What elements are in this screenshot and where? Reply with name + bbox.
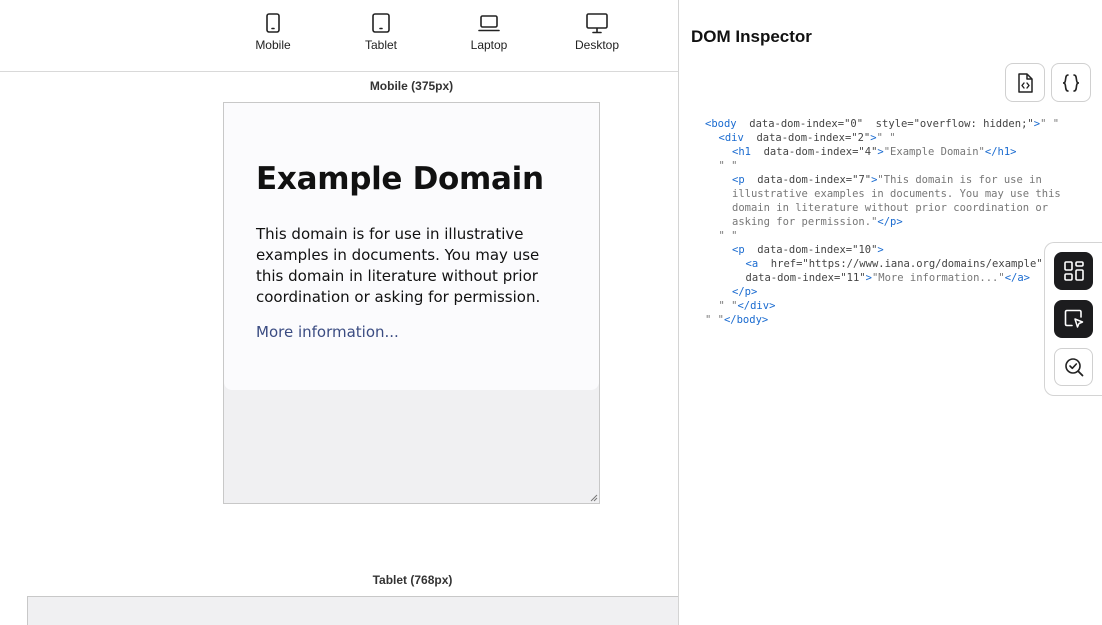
dom-token-attr: data-dom-index="2" xyxy=(743,132,871,144)
dom-token-tag: </a> xyxy=(1004,272,1030,284)
dom-token-tag: <body xyxy=(705,118,737,130)
app-root: Mobile Tablet Laptop Desktop Mobile (375… xyxy=(0,0,1102,625)
dom-tree-line[interactable]: " " xyxy=(705,229,1085,243)
preview-heading: Example Domain xyxy=(256,161,544,197)
dom-tree-line[interactable]: " " xyxy=(705,159,1085,173)
dom-token-str: "More information..." xyxy=(871,272,1005,284)
dom-token-tag: </body> xyxy=(723,314,769,326)
select-element-icon xyxy=(1064,309,1083,328)
dom-token-attr: data-dom-index="0" style="overflow: hidd… xyxy=(736,118,1034,130)
resize-grip-icon[interactable] xyxy=(590,494,598,502)
dom-tree-line[interactable]: data-dom-index="11">"More information...… xyxy=(705,271,1085,285)
preview-body-text: This domain is for use in illustrative e… xyxy=(256,225,541,306)
dom-token-tag: <h1 xyxy=(732,146,751,158)
dom-tree-line[interactable]: " "</body> xyxy=(705,313,1085,327)
file-code-icon xyxy=(1018,72,1033,93)
dom-token-attr: href="https://www.iana.org/domains/examp… xyxy=(758,258,1043,270)
device-label-desktop: Desktop xyxy=(574,38,620,52)
dom-token-attr: data-dom-index="7" xyxy=(744,174,872,186)
tablet-device-button[interactable]: Tablet xyxy=(341,12,421,62)
braces-icon xyxy=(1062,73,1080,92)
dom-tree-line[interactable]: domain in literature without prior coord… xyxy=(705,201,1085,215)
inspect-check-button[interactable] xyxy=(1054,348,1093,386)
mobile-preview-frame: Example Domain This domain is for use in… xyxy=(223,102,600,504)
desktop-icon xyxy=(586,13,608,34)
dom-token-tag: <div xyxy=(718,132,744,144)
json-view-button[interactable] xyxy=(1051,63,1091,102)
dom-token-tag: </p> xyxy=(877,216,903,228)
device-label-mobile: Mobile xyxy=(255,38,291,52)
preview-page-card: Example Domain This domain is for use in… xyxy=(224,103,599,390)
dom-token-str: " " xyxy=(718,160,738,172)
inspect-check-icon xyxy=(1064,358,1083,377)
dom-token-str: domain in literature without prior coord… xyxy=(732,202,1049,214)
tablet-icon xyxy=(372,13,390,33)
dom-tree-line[interactable]: </p> xyxy=(705,285,1085,299)
dom-token-str: " " xyxy=(718,230,738,242)
dashboard-icon xyxy=(1063,261,1084,281)
dom-inspector-panel: DOM Inspector <body data-dom-index="0" s… xyxy=(678,0,1102,625)
mobile-icon xyxy=(266,13,280,33)
dom-token-tag: <p xyxy=(732,244,745,256)
dom-token-str: illustrative examples in documents. You … xyxy=(732,188,1061,200)
dom-token-tag: </h1> xyxy=(984,146,1017,158)
dom-token-str: " " xyxy=(705,314,724,326)
dom-tree: <body data-dom-index="0" style="overflow… xyxy=(705,117,1085,327)
select-element-button[interactable] xyxy=(1054,300,1093,338)
dom-tree-line[interactable]: <p data-dom-index="7">"This domain is fo… xyxy=(705,173,1085,187)
desktop-device-button[interactable]: Desktop xyxy=(557,12,637,62)
mobile-device-button[interactable]: Mobile xyxy=(233,12,313,62)
floating-action-bar xyxy=(1044,242,1102,396)
dom-token-str: " " xyxy=(876,132,896,144)
dom-token-str: asking for permission." xyxy=(732,216,878,228)
dom-token-tag: > xyxy=(877,244,884,256)
dashboard-button[interactable] xyxy=(1054,252,1093,290)
dom-token-tag: </div> xyxy=(737,300,776,312)
dom-tree-line[interactable]: <a href="https://www.iana.org/domains/ex… xyxy=(705,257,1085,271)
dom-tree-line[interactable]: <body data-dom-index="0" style="overflow… xyxy=(705,117,1085,131)
dom-token-str: "This domain is for use in xyxy=(877,174,1042,186)
dom-tree-line[interactable]: illustrative examples in documents. You … xyxy=(705,187,1085,201)
tablet-preview-frame xyxy=(27,596,678,625)
view-source-button[interactable] xyxy=(1005,63,1045,102)
mobile-preview-label: Mobile (375px) xyxy=(369,79,454,93)
dom-tree-line[interactable]: " "</div> xyxy=(705,299,1085,313)
dom-token-tag: </p> xyxy=(732,286,758,298)
dom-token-tag: <p xyxy=(732,174,745,186)
laptop-icon xyxy=(478,15,500,32)
dom-token-str: " " xyxy=(1040,118,1060,130)
preview-more-info-link[interactable]: More information... xyxy=(256,323,399,341)
dom-token-str: "Example Domain" xyxy=(883,146,985,158)
device-label-tablet: Tablet xyxy=(364,38,398,52)
laptop-device-button[interactable]: Laptop xyxy=(449,12,529,62)
dom-token-tag: <a xyxy=(745,258,759,270)
dom-tree-line[interactable]: <p data-dom-index="10"> xyxy=(705,243,1085,257)
device-toolbar: Mobile Tablet Laptop Desktop xyxy=(0,0,678,72)
dom-tree-line[interactable]: <div data-dom-index="2">" " xyxy=(705,131,1085,145)
dom-token-str: " " xyxy=(718,300,738,312)
dom-tree-line[interactable]: <h1 data-dom-index="4">"Example Domain"<… xyxy=(705,145,1085,159)
dom-token-attr: data-dom-index="11" xyxy=(745,272,866,284)
dom-token-attr: data-dom-index="4" xyxy=(750,146,878,158)
dom-token-attr: data-dom-index="10" xyxy=(744,244,878,256)
inspector-title: DOM Inspector xyxy=(691,27,812,46)
device-label-laptop: Laptop xyxy=(470,38,508,52)
dom-tree-line[interactable]: asking for permission."</p> xyxy=(705,215,1085,229)
